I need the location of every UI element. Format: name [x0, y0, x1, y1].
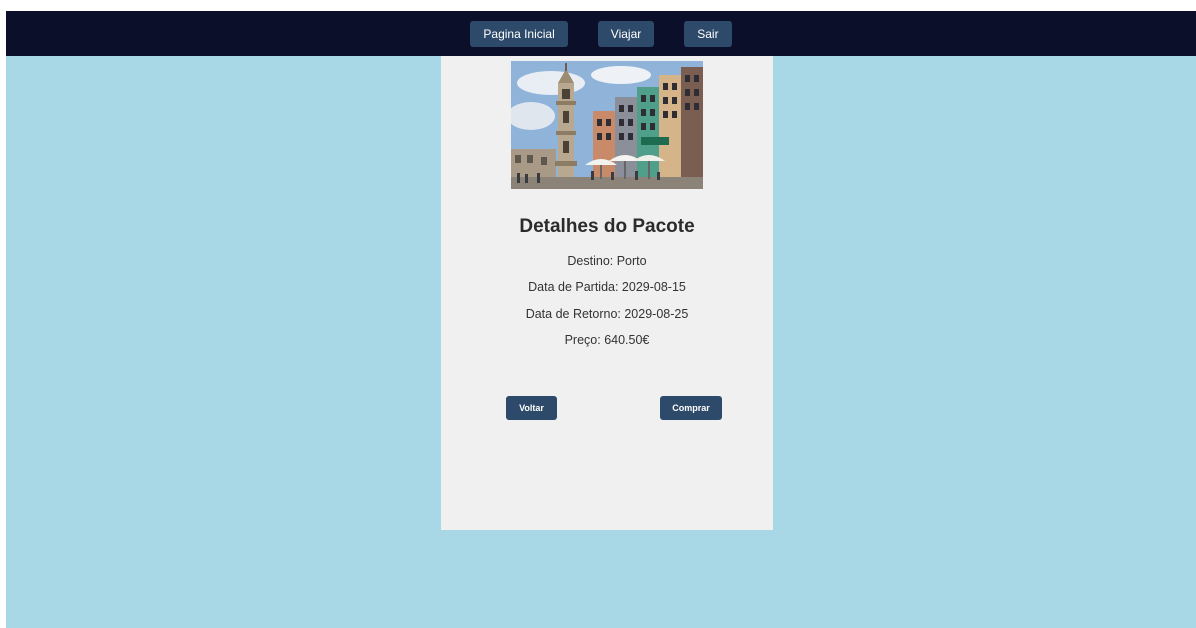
destination-photo [511, 61, 703, 189]
home-button[interactable]: Pagina Inicial [470, 20, 568, 47]
top-navbar: Pagina Inicial Viajar Sair [6, 11, 1196, 56]
buy-button[interactable]: Comprar [660, 396, 722, 420]
back-button[interactable]: Voltar [506, 396, 557, 420]
travel-button[interactable]: Viajar [597, 20, 655, 47]
package-card: Detalhes do Pacote Destino: Porto Data d… [441, 56, 773, 530]
package-title: Detalhes do Pacote [519, 216, 695, 237]
page-viewport: Pagina Inicial Viajar Sair Detalhes do P… [6, 11, 1196, 628]
destination-text: Destino: Porto [567, 254, 647, 268]
price-text: Preço: 640.50€ [564, 333, 650, 347]
exit-button[interactable]: Sair [684, 20, 732, 47]
return-date-text: Data de Retorno: 2029-08-25 [525, 307, 689, 321]
departure-date-text: Data de Partida: 2029-08-15 [528, 280, 686, 294]
